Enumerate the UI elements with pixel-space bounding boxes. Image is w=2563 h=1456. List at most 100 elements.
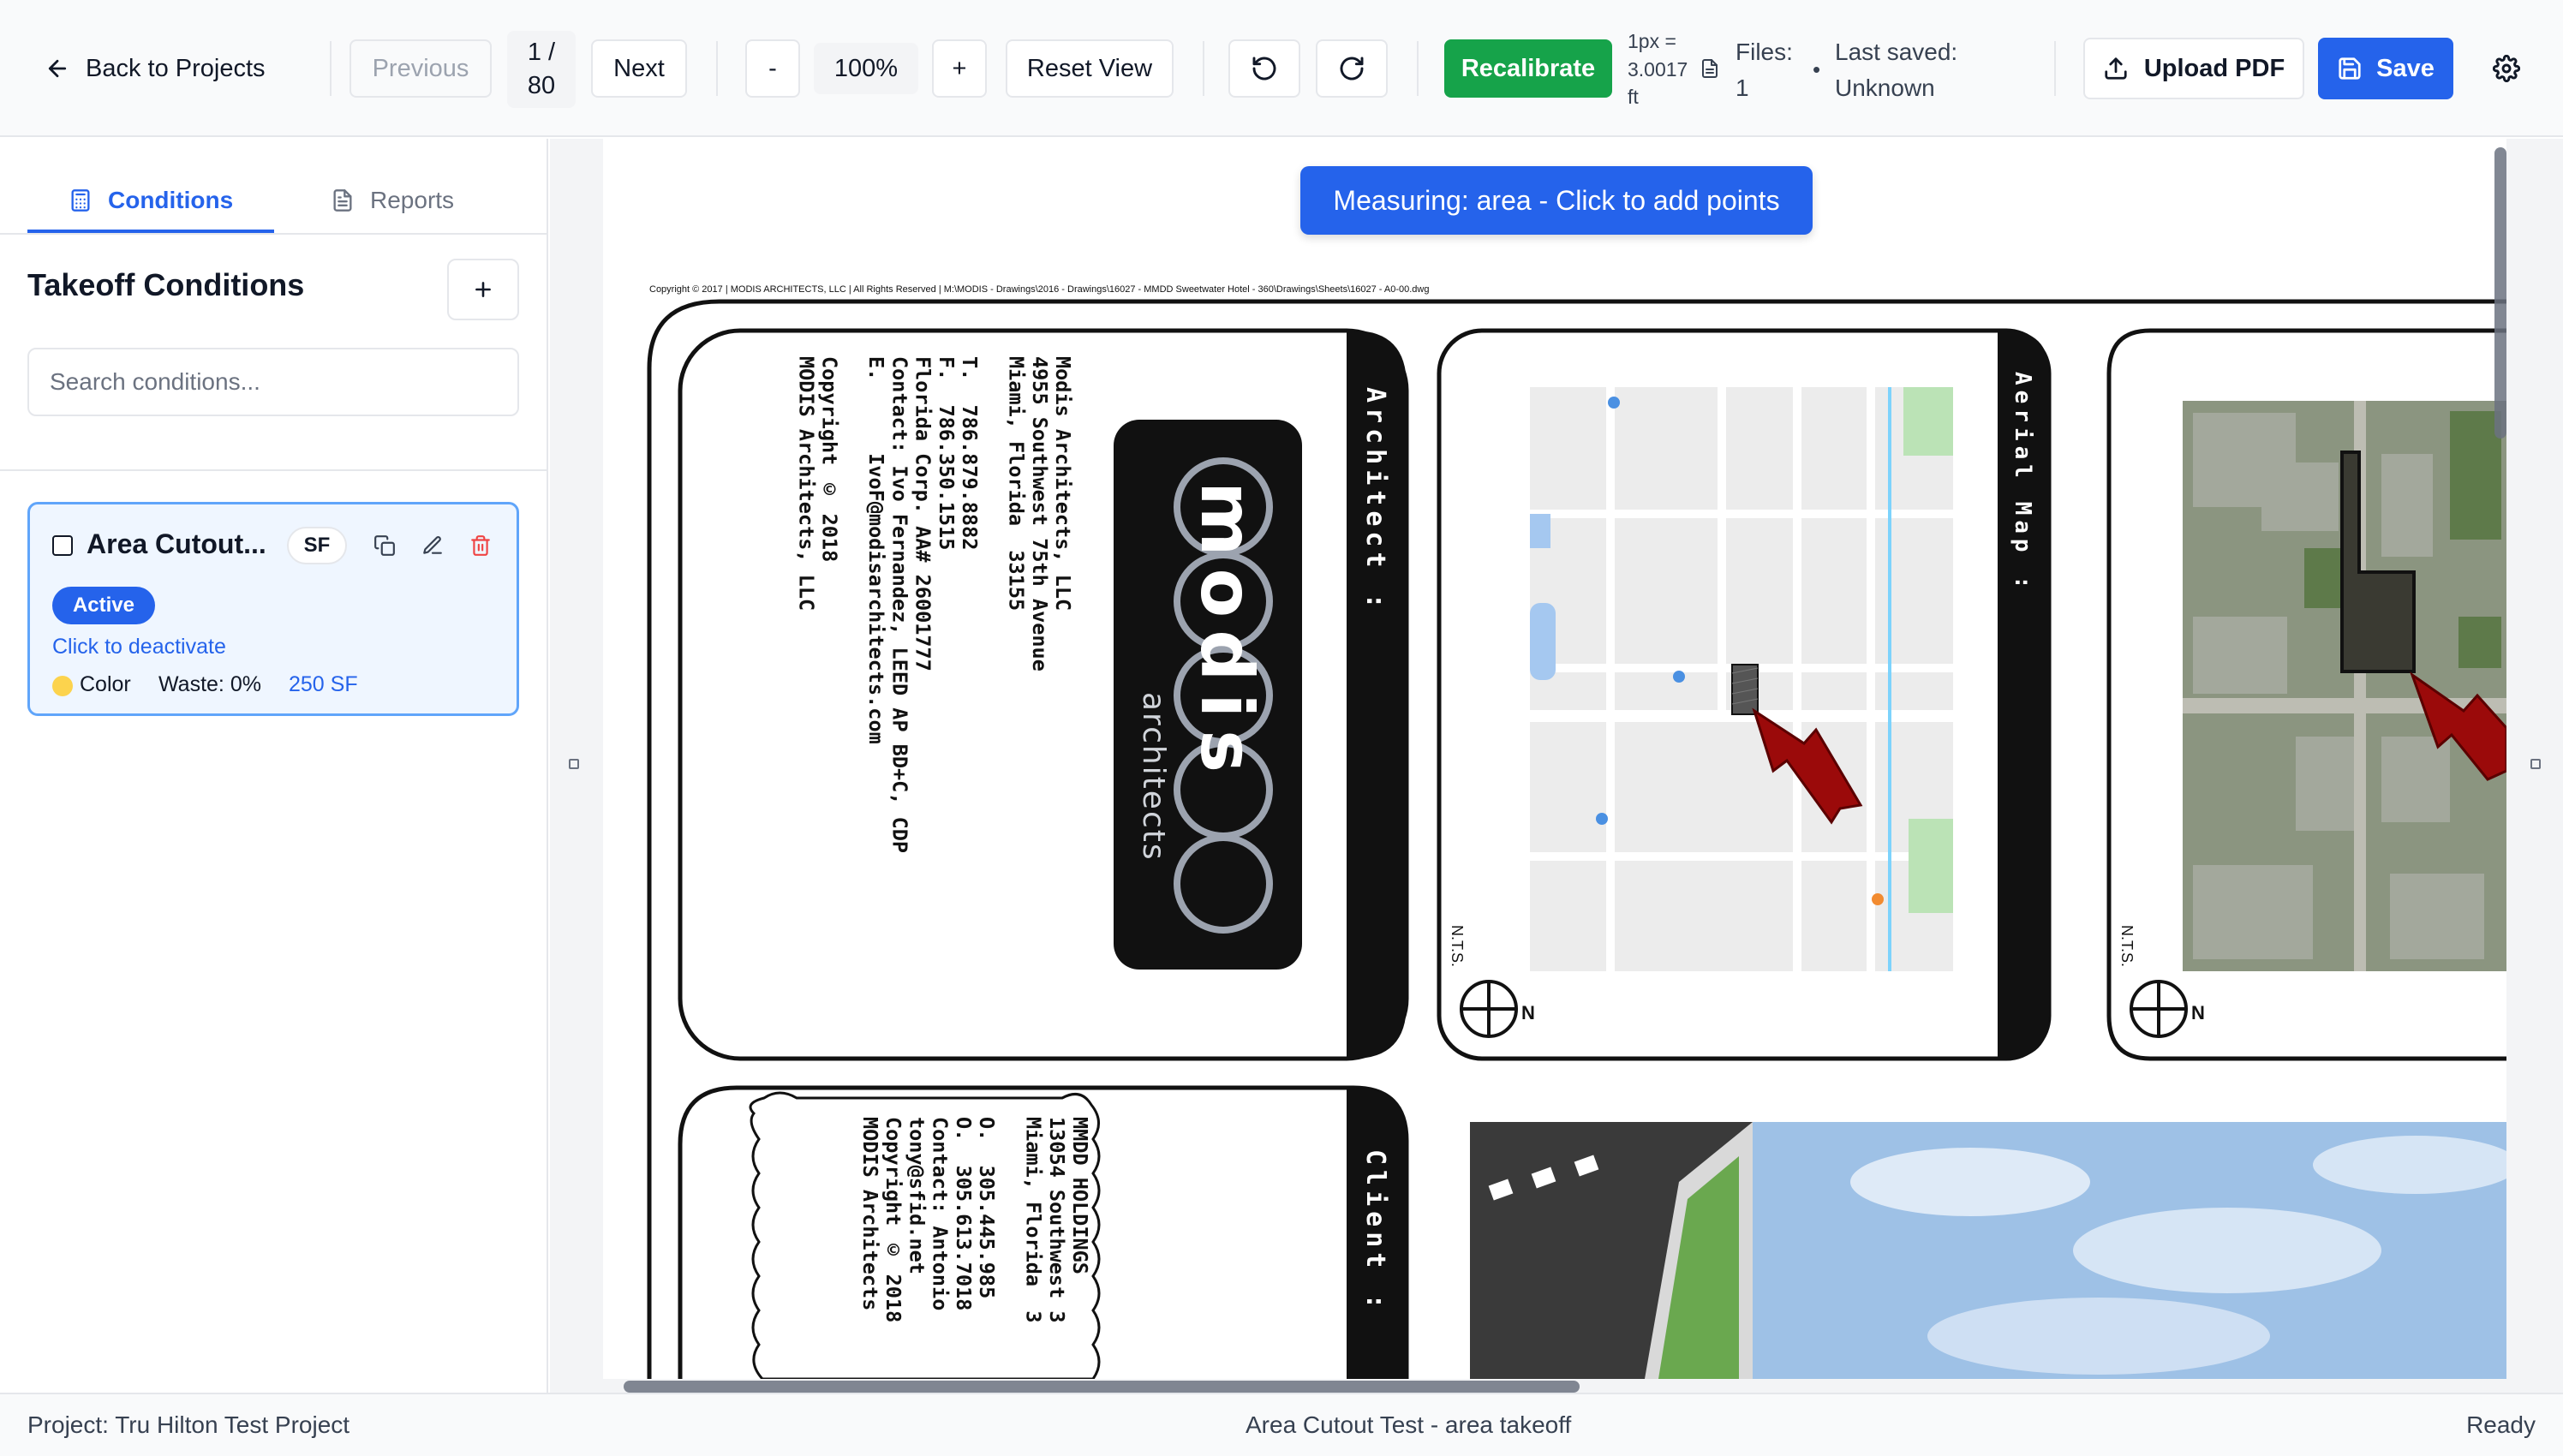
rotate-cw-icon — [1340, 57, 1364, 81]
zoom-in-button[interactable]: + — [932, 39, 987, 98]
divider — [330, 41, 332, 96]
tab-border — [0, 233, 548, 235]
condition-unit-badge: SF — [287, 527, 347, 564]
previous-page-label: Previous — [372, 54, 469, 82]
logo-subtext: architects — [1136, 692, 1171, 862]
architect-info: Modis Architects, LLC 4955 Southwest 75t… — [794, 356, 1075, 854]
condition-status-badge: Active — [52, 587, 155, 624]
files-count: Files: 1 — [1736, 34, 1793, 106]
tab-conditions-label: Conditions — [108, 187, 234, 213]
edit-condition-button[interactable] — [417, 530, 448, 561]
files-value: 1 — [1736, 75, 1749, 101]
condition-checkbox[interactable] — [52, 535, 73, 556]
file-icon — [1702, 59, 1718, 78]
zoom-level-value: 100% — [833, 54, 899, 82]
zoom-in-label: + — [952, 54, 967, 82]
search-conditions-input[interactable] — [27, 348, 519, 416]
tab-reports[interactable]: Reports — [331, 173, 454, 228]
report-icon — [333, 189, 352, 212]
north-label-2: N — [2191, 1002, 2205, 1023]
nts-label-2: N.T.S. — [2118, 925, 2136, 968]
pdf-page[interactable]: Copyright © 2017 | MODIS ARCHITECTS, LLC… — [603, 139, 2506, 1379]
client-info: MMDD HOLDINGS 13054 Southwest 3 Miami, F… — [857, 1117, 1092, 1323]
tab-reports-label: Reports — [370, 187, 455, 213]
recalibrate-label: Recalibrate — [1461, 54, 1596, 82]
upload-icon — [2105, 57, 2127, 80]
trash-icon — [471, 535, 490, 556]
drawing-copyright: Copyright © 2017 | MODIS ARCHITECTS, LLC… — [649, 284, 1430, 295]
divider — [1417, 41, 1419, 96]
logo-text: modis — [1185, 481, 1269, 785]
active-tab-indicator — [27, 230, 274, 233]
sidebar-divider — [0, 469, 548, 471]
settings-button[interactable] — [2482, 45, 2530, 92]
status-bullet: • — [1813, 57, 1821, 82]
measuring-banner: Measuring: area - Click to add points — [1300, 166, 1813, 235]
back-to-projects-button[interactable]: Back to Projects — [45, 43, 302, 94]
rotate-ccw-icon — [1252, 57, 1276, 81]
add-condition-button[interactable] — [447, 259, 519, 320]
condition-card[interactable]: Area Cutout... SF Active Click to deacti… — [27, 502, 519, 716]
rotate-right-button[interactable] — [1316, 39, 1388, 98]
previous-page-button[interactable]: Previous — [350, 39, 492, 98]
condition-name: Area Cutout... — [87, 528, 266, 559]
horizontal-scrollbar[interactable] — [624, 1381, 1580, 1393]
save-label: Save — [2376, 54, 2435, 82]
scale-line-3: ft — [1628, 86, 1639, 109]
divider — [1203, 41, 1204, 96]
save-button[interactable]: Save — [2318, 38, 2453, 99]
gear-icon — [2493, 55, 2520, 82]
aerial-map-header: Aerial Map : — [2010, 372, 2035, 594]
sidebar-title: Takeoff Conditions — [27, 267, 305, 302]
page-total: 80 — [527, 72, 556, 99]
status-bar: Project: Tru Hilton Test Project Area Cu… — [0, 1393, 2563, 1456]
upload-pdf-label: Upload PDF — [2143, 54, 2285, 82]
last-saved-label: Last saved: — [1835, 39, 1958, 65]
last-saved: Last saved: Unknown — [1835, 34, 1957, 106]
reset-view-label: Reset View — [1026, 54, 1153, 82]
canvas-left-handle[interactable] — [569, 759, 579, 769]
last-saved-value: Unknown — [1835, 75, 1935, 101]
vertical-scrollbar[interactable] — [2494, 147, 2506, 439]
pencil-icon — [423, 536, 442, 554]
recalibrate-button[interactable]: Recalibrate — [1444, 39, 1612, 98]
client-header: Client : — [1360, 1149, 1390, 1315]
back-to-projects-label: Back to Projects — [86, 54, 266, 82]
status-project: Project: Tru Hilton Test Project — [27, 1411, 350, 1438]
plus-icon — [475, 282, 491, 297]
top-toolbar: Back to Projects Previous 1 / 80 Next - … — [0, 0, 2563, 137]
north-label: N — [1521, 1002, 1535, 1023]
nts-label: N.T.S. — [1449, 925, 1466, 968]
zoom-out-button[interactable]: - — [745, 39, 800, 98]
status-mode: Area Cutout Test - area takeoff — [1246, 1411, 1572, 1438]
condition-color-label: Color — [80, 672, 131, 696]
architect-header: Architect : — [1360, 387, 1390, 614]
scale-line-1: 1px = — [1628, 30, 1676, 52]
upload-pdf-button[interactable]: Upload PDF — [2083, 38, 2304, 99]
rotate-left-button[interactable] — [1228, 39, 1300, 98]
zoom-level: 100% — [814, 43, 918, 94]
page-indicator: 1 / 80 — [507, 31, 576, 108]
divider — [716, 41, 718, 96]
tab-conditions[interactable]: Conditions — [69, 173, 233, 228]
status-state: Ready — [2466, 1411, 2536, 1438]
next-page-label: Next — [613, 54, 665, 82]
canvas-right-handle[interactable] — [2530, 759, 2541, 769]
condition-total: 250 SF — [289, 672, 358, 696]
arrow-left-icon — [48, 59, 67, 78]
save-icon — [2339, 57, 2361, 80]
reset-view-button[interactable]: Reset View — [1006, 39, 1174, 98]
copy-icon — [374, 535, 395, 556]
conditions-sidebar: Conditions Reports Takeoff Conditions Ar… — [0, 139, 548, 1393]
zoom-out-label: - — [768, 54, 777, 82]
condition-color-swatch[interactable] — [52, 676, 73, 696]
page-current: 1 / — [527, 38, 556, 66]
calculator-icon — [71, 189, 90, 212]
next-page-button[interactable]: Next — [591, 39, 687, 98]
scale-readout: 1px = 3.0017 ft — [1628, 27, 1688, 111]
deactivate-link[interactable]: Click to deactivate — [52, 635, 226, 659]
duplicate-condition-button[interactable] — [369, 530, 400, 561]
delete-condition-button[interactable] — [465, 530, 496, 561]
divider — [2054, 41, 2056, 96]
files-label: Files: — [1736, 39, 1793, 65]
